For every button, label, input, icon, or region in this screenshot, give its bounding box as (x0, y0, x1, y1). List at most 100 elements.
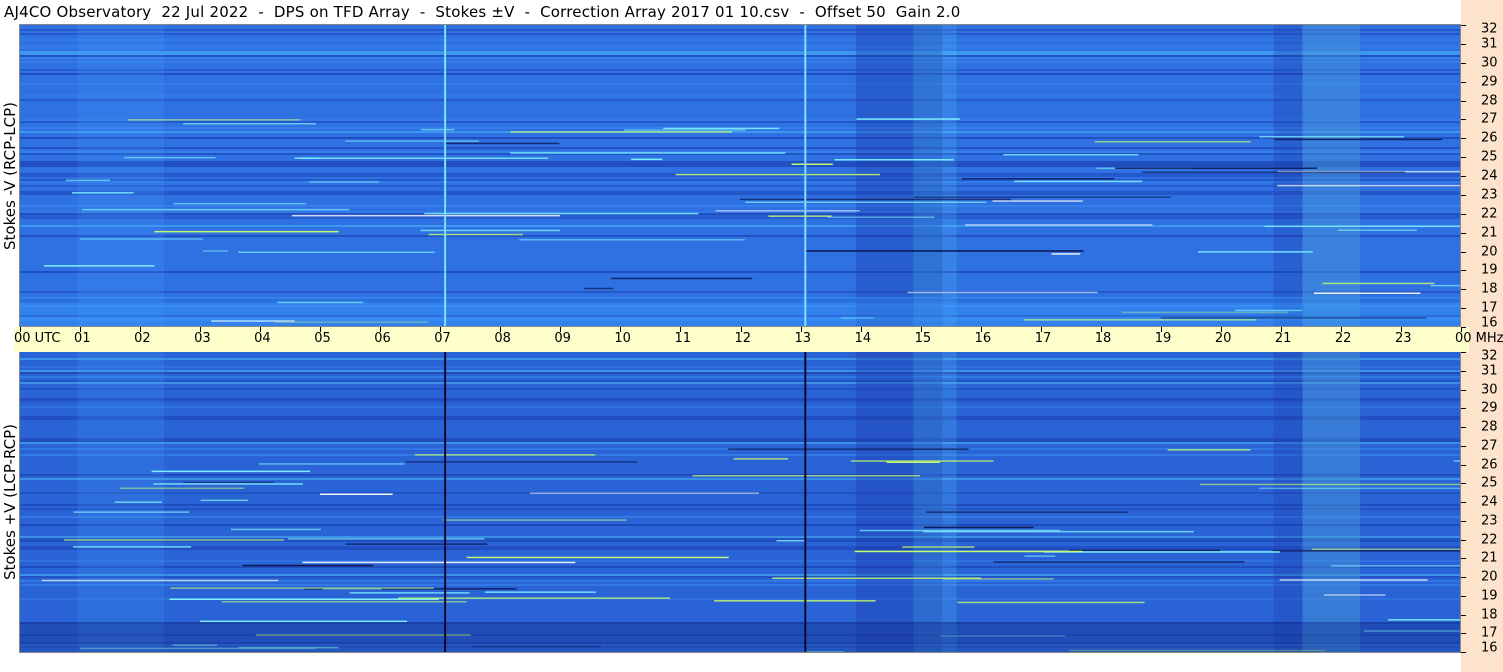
freq-tick-label: 17 (1481, 625, 1498, 641)
vertical-marker-line (804, 352, 807, 652)
interference-streak (519, 239, 745, 241)
freq-tick-label: 20 (1481, 244, 1498, 259)
chart-title: AJ4CO Observatory 22 Jul 2022 - DPS on T… (4, 3, 961, 21)
interference-streak (291, 214, 560, 217)
interference-streak (428, 233, 523, 236)
time-tick-label: 20 (1214, 331, 1232, 346)
spectrogram-bottom-svg (20, 352, 1461, 652)
interference-streak (1003, 154, 1139, 156)
freq-tick-label: 19 (1481, 588, 1498, 604)
freq-tick-mark (1461, 502, 1466, 503)
interference-streak (856, 118, 960, 120)
time-tick-label: 15 (914, 331, 932, 346)
spectrogram-activity-region (1302, 352, 1361, 652)
freq-tick-label: 28 (1481, 93, 1498, 108)
spectrogram-band (20, 370, 1461, 372)
time-tick-label: 18 (1094, 331, 1112, 346)
time-tick-label: 10 (614, 331, 631, 346)
interference-streak (1272, 550, 1461, 552)
time-tick-label: 21 (1274, 331, 1292, 346)
freq-tick-mark (1461, 251, 1466, 253)
interference-streak (733, 458, 789, 460)
interference-streak (965, 224, 1153, 226)
time-tick-mark (440, 327, 442, 332)
freq-tick-mark (1461, 352, 1466, 353)
freq-tick-mark (1461, 81, 1466, 83)
interference-streak (926, 511, 1129, 513)
spectrogram-band (20, 205, 1461, 207)
interference-streak (993, 561, 1245, 563)
interference-streak (714, 600, 876, 602)
interference-streak (82, 208, 350, 211)
interference-streak (1259, 487, 1461, 490)
time-tick-mark (1220, 327, 1222, 332)
time-tick-mark (740, 327, 742, 332)
time-tick-label: 00 MHz (1455, 331, 1503, 346)
spectrogram-band (20, 45, 1461, 47)
spectrogram-band (20, 57, 1461, 59)
interference-streak (154, 230, 339, 233)
interference-streak (1331, 565, 1461, 567)
time-tick-label: 13 (794, 331, 812, 346)
spectrogram-band (20, 478, 1461, 480)
freq-tick-mark (1461, 652, 1466, 653)
spectrogram-band (20, 121, 1461, 123)
interference-streak (1115, 167, 1318, 169)
interference-streak (776, 540, 807, 542)
interference-streak (1259, 136, 1405, 138)
time-tick-label: 00 UTC (14, 331, 61, 346)
spectrogram-band (20, 95, 1461, 97)
freq-tick-mark (1461, 308, 1466, 310)
spectrogram-band (20, 416, 1461, 418)
interference-streak (200, 620, 408, 623)
interference-streak (466, 556, 729, 559)
freq-tick-label: 23 (1481, 513, 1498, 529)
interference-streak (510, 131, 733, 133)
interference-streak (834, 159, 954, 161)
interference-streak (1277, 184, 1461, 187)
interference-streak (1338, 229, 1417, 231)
spectrogram-band (20, 69, 1461, 71)
freq-tick-label: 21 (1481, 550, 1498, 566)
spectrogram-activity-region (913, 25, 957, 327)
interference-streak (151, 470, 311, 473)
spectrogram-band (20, 358, 1461, 360)
freq-tick-label: 25 (1481, 149, 1498, 165)
spectrogram-band (20, 574, 1461, 576)
time-tick-mark (260, 327, 262, 332)
freq-tick-mark (1461, 289, 1466, 291)
freq-tick-label: 25 (1481, 475, 1498, 491)
interference-streak (962, 178, 1115, 180)
freq-tick-mark (1461, 194, 1466, 196)
freq-tick-mark (1461, 176, 1466, 177)
freq-tick-label: 19 (1481, 262, 1498, 278)
freq-tick-mark (1461, 138, 1466, 140)
spectrogram-band (20, 137, 1461, 139)
vertical-marker-line (804, 25, 807, 327)
time-tick-label: 22 (1334, 331, 1352, 346)
interference-streak (420, 229, 561, 232)
spectrogram-band (20, 99, 1461, 101)
interference-streak (1094, 141, 1251, 143)
interference-streak (73, 511, 190, 513)
spectrogram-band (20, 366, 1461, 368)
spectrogram-band (20, 382, 1461, 384)
interference-streak (170, 587, 434, 589)
spectrogram-band (20, 225, 1461, 227)
freq-tick-label: 27 (1481, 438, 1498, 454)
interference-streak (443, 142, 560, 145)
interference-streak (123, 156, 216, 159)
interference-streak (294, 157, 549, 159)
interference-streak (1430, 284, 1461, 287)
freq-tick-label: 16 (1481, 640, 1498, 656)
freq-tick-label: 23 (1481, 187, 1498, 203)
time-tick-mark (860, 327, 862, 332)
interference-streak (345, 140, 480, 142)
spectrogram-band (20, 29, 1461, 31)
interference-streak (1453, 460, 1461, 462)
spectrogram-band (20, 83, 1461, 85)
bottom-panel-label: Stokes +V (LCP-RCP) (1, 424, 19, 580)
interference-streak (739, 198, 1012, 201)
spectrogram-background (20, 352, 1461, 652)
freq-tick-label: 22 (1481, 206, 1498, 222)
